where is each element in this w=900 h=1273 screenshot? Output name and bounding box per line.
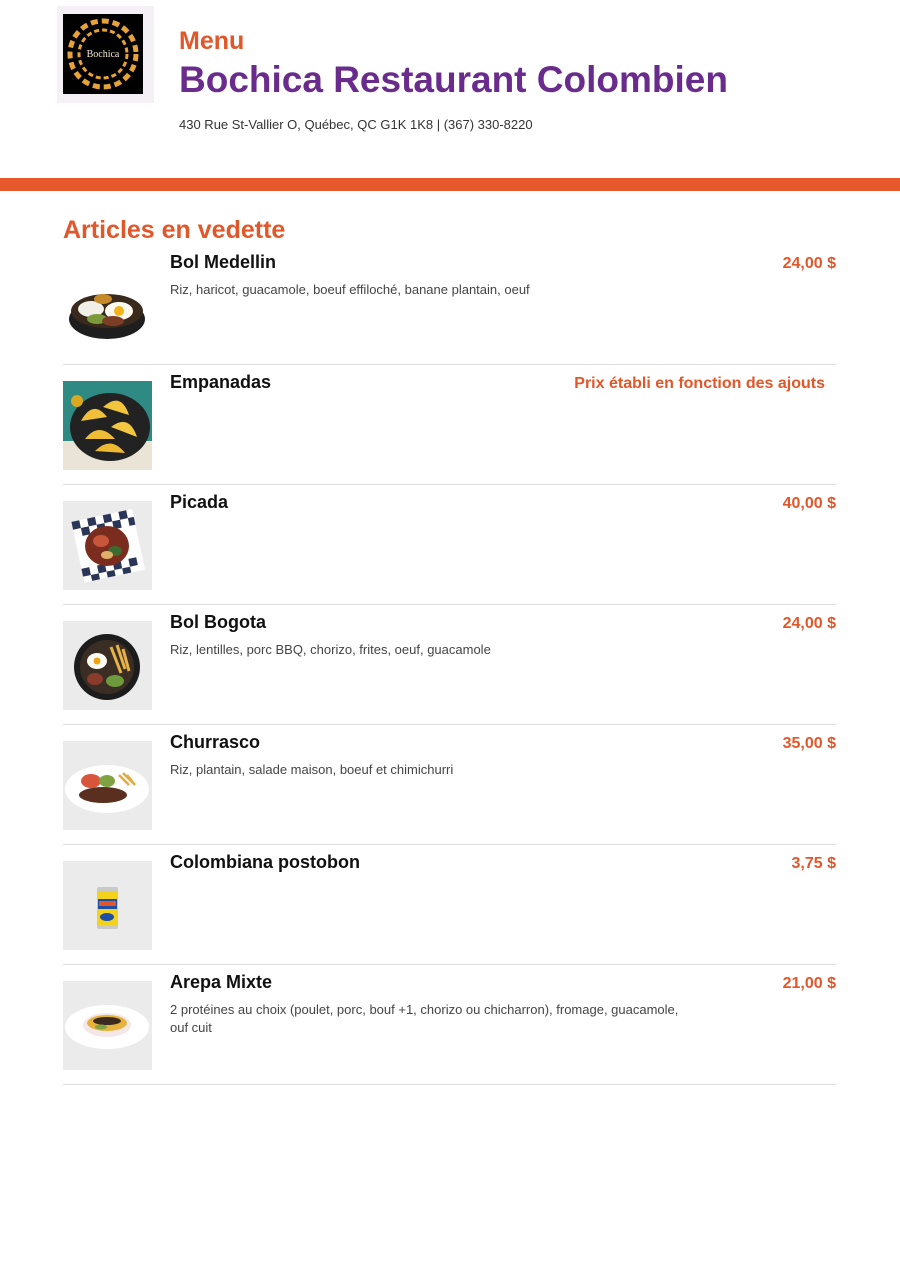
menu-item-name: Bol Medellin	[170, 252, 277, 272]
menu-item-name: Colombiana postobon	[170, 852, 360, 872]
menu-label: Menu	[179, 27, 245, 55]
menu-item[interactable]: Bol Bogota 24,00 $ Riz, lentilles, porc …	[63, 605, 836, 725]
menu-item-description: Riz, plantain, salade maison, boeuf et c…	[170, 762, 454, 777]
menu-item-price: 24,00 $	[782, 615, 836, 632]
empanadas-photo	[63, 381, 152, 470]
address-line: 430 Rue St-Vallier O, Québec, QC G1K 1K8…	[179, 117, 533, 132]
menu-item-price: 24,00 $	[782, 255, 836, 272]
bowl-bogota-photo	[63, 621, 152, 710]
menu-item[interactable]: Bol Medellin 24,00 $ Riz, haricot, guaca…	[63, 245, 836, 365]
menu-item-name: Empanadas	[170, 372, 272, 392]
menu-item-description: Riz, lentilles, porc BBQ, chorizo, frite…	[170, 642, 491, 657]
menu-item-price: 21,00 $	[782, 975, 836, 992]
menu-item-price: 40,00 $	[782, 495, 836, 512]
arepa-photo	[63, 981, 152, 1070]
menu-item-price: Prix établi en fonction des ajouts	[574, 375, 825, 392]
logo-text: Bochica	[87, 49, 120, 60]
section-title: Articles en vedette	[63, 216, 286, 244]
menu-item-name: Picada	[170, 492, 229, 512]
menu-item-price: 35,00 $	[782, 735, 836, 752]
logo-icon: Bochica	[63, 14, 143, 94]
menu-item-name: Bol Bogota	[170, 612, 266, 632]
header: Menu Bochica Restaurant Colombien 430 Ru…	[179, 28, 869, 133]
menu-item[interactable]: Arepa Mixte 21,00 $ 2 protéines au choix…	[63, 965, 836, 1085]
menu-item[interactable]: Colombiana postobon 3,75 $	[63, 845, 836, 965]
menu-item-name: Churrasco	[170, 732, 261, 752]
bowl-medellin-photo	[63, 261, 152, 350]
menu-item[interactable]: Empanadas Prix établi en fonction des aj…	[63, 365, 836, 485]
menu-item[interactable]: Picada 40,00 $	[63, 485, 836, 605]
picada-photo	[63, 501, 152, 590]
menu-item[interactable]: Churrasco 35,00 $ Riz, plantain, salade …	[63, 725, 836, 845]
menu-item-price: 3,75 $	[791, 855, 836, 872]
restaurant-logo: Bochica	[57, 6, 154, 103]
menu-item-name: Arepa Mixte	[170, 972, 273, 992]
restaurant-name: Bochica Restaurant Colombien	[179, 59, 728, 100]
churrasco-photo	[63, 741, 152, 830]
menu-item-description: 2 protéines au choix (poulet, porc, bouf…	[170, 1002, 679, 1035]
header-divider-bar	[0, 178, 900, 191]
soda-can-photo	[63, 861, 152, 950]
menu-item-description: Riz, haricot, guacamole, boeuf effiloché…	[170, 282, 530, 297]
menu-item-list: Bol Medellin 24,00 $ Riz, haricot, guaca…	[63, 245, 836, 1085]
